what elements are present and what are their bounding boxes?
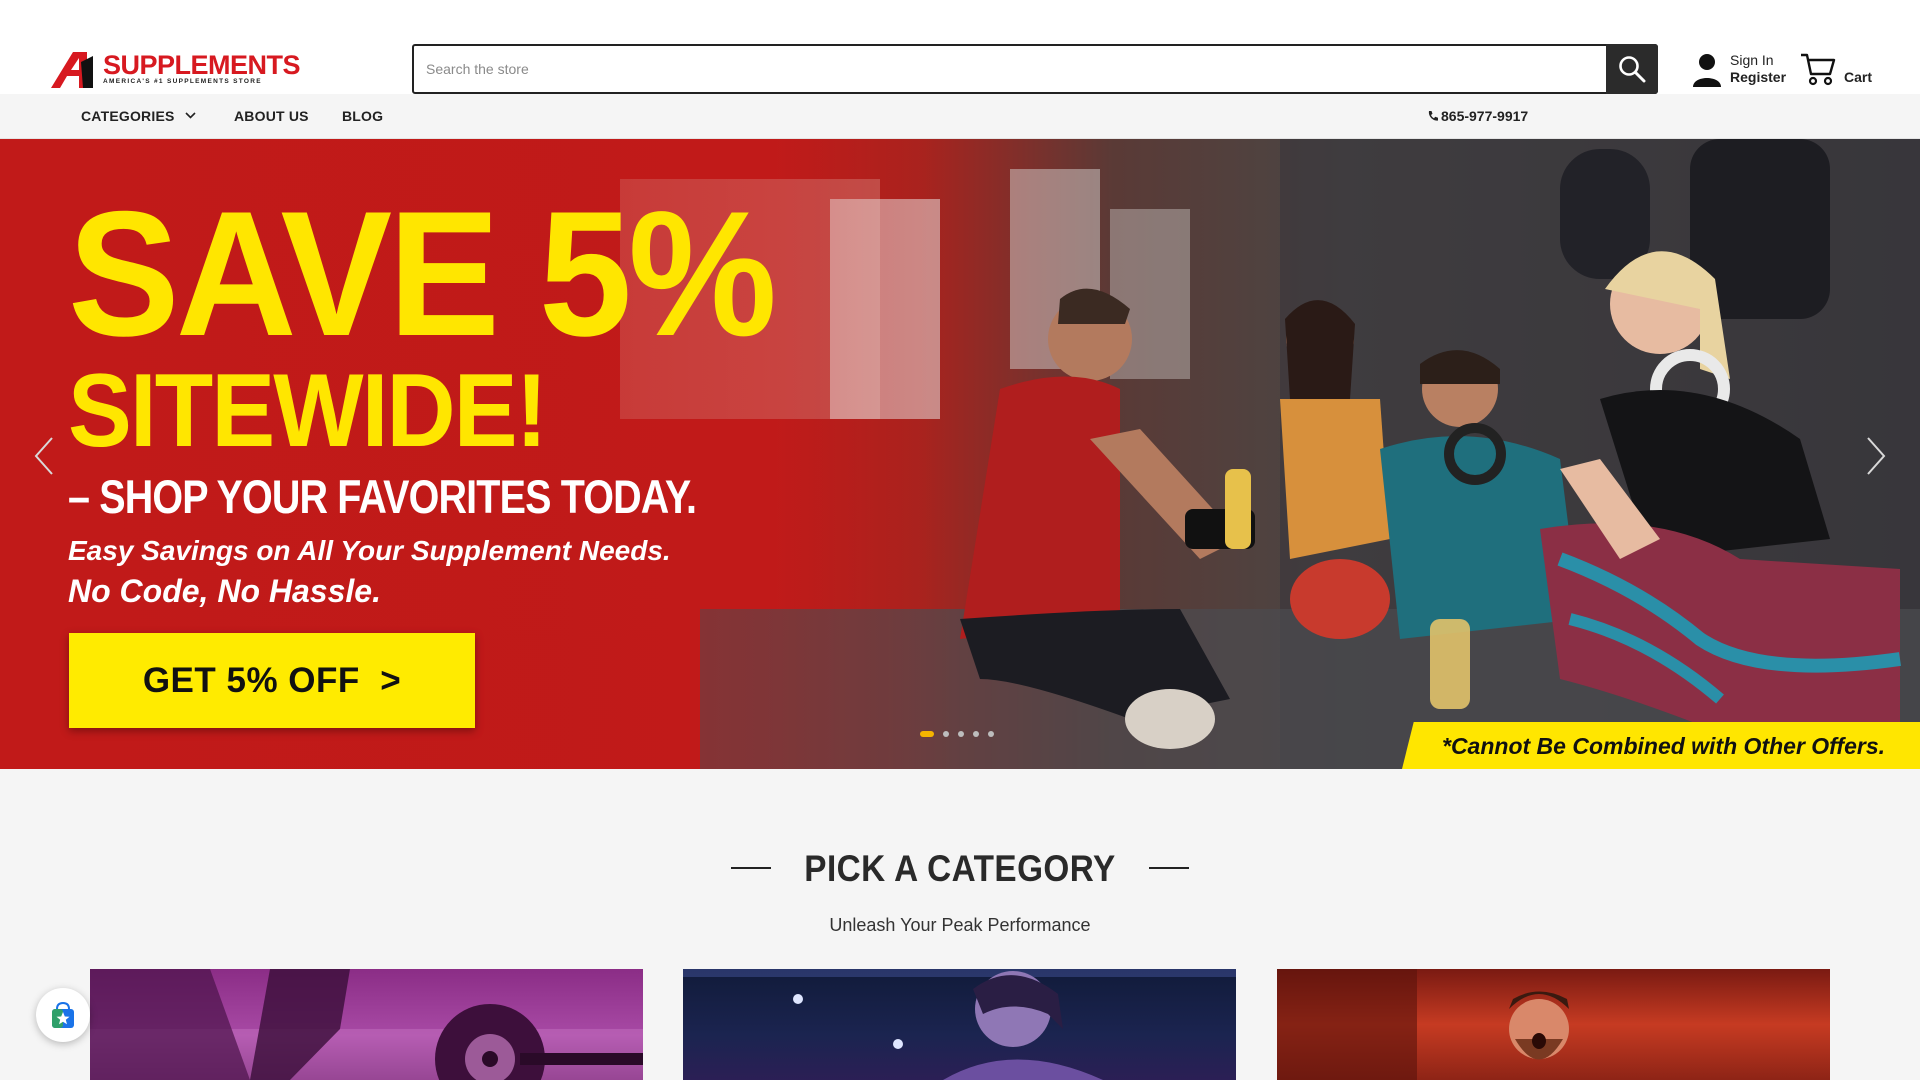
heading-rule-left bbox=[731, 867, 771, 869]
category-card-1-image bbox=[90, 969, 643, 1080]
carousel-next-button[interactable] bbox=[1860, 434, 1890, 478]
category-card-2[interactable] bbox=[683, 969, 1236, 1080]
category-card-3-image bbox=[1277, 969, 1569, 1080]
chevron-left-icon bbox=[34, 437, 53, 475]
carousel-dots bbox=[920, 730, 994, 738]
account-link[interactable]: Sign In Register bbox=[1692, 50, 1792, 90]
phone-icon bbox=[1428, 111, 1438, 121]
search-button[interactable] bbox=[1606, 44, 1658, 94]
category-section-title: PICK A CATEGORY bbox=[804, 848, 1116, 889]
sign-in-link[interactable]: Sign In bbox=[1730, 52, 1774, 68]
shopping-bag-star-icon bbox=[52, 1001, 74, 1028]
category-card-2-image bbox=[683, 969, 1236, 1080]
hero-carousel: SAVE 5% SITEWIDE! – SHOP YOUR FAVORITES … bbox=[0, 139, 1920, 769]
phone-number: 865-977-9917 bbox=[1441, 108, 1529, 124]
site-header: SUPPLEMENTS AMERICA'S #1 SUPPLEMENTS STO… bbox=[0, 0, 1920, 94]
get-discount-label: GET 5% OFF > bbox=[142, 660, 402, 700]
cart-icon bbox=[1801, 53, 1836, 86]
hero-subline-2: No Code, No Hassle. bbox=[68, 573, 381, 609]
cart-label: Cart bbox=[1844, 69, 1873, 85]
disclaimer-text: *Cannot Be Combined with Other Offers. bbox=[1442, 733, 1885, 759]
get-discount-button[interactable]: GET 5% OFF > bbox=[69, 633, 475, 728]
carousel-dot-5[interactable] bbox=[988, 731, 994, 737]
site-logo[interactable]: SUPPLEMENTS AMERICA'S #1 SUPPLEMENTS STO… bbox=[51, 50, 301, 90]
category-section-subtitle: Unleash Your Peak Performance bbox=[829, 915, 1091, 935]
logo-a1-mark bbox=[51, 52, 93, 88]
carousel-dot-3[interactable] bbox=[958, 731, 964, 737]
hero-subline-1: Easy Savings on All Your Supplement Need… bbox=[68, 535, 671, 566]
chevron-right-icon bbox=[1867, 437, 1886, 475]
hero-headline-2: SITEWIDE! bbox=[68, 353, 548, 469]
hero-headline: SAVE 5% bbox=[68, 174, 777, 373]
category-card-3[interactable] bbox=[1277, 969, 1830, 1080]
heading-rule-right bbox=[1149, 867, 1189, 869]
register-link[interactable]: Register bbox=[1730, 69, 1786, 85]
cart-link[interactable]: Cart bbox=[1800, 52, 1900, 92]
nav-about-us[interactable]: ABOUT US bbox=[234, 108, 309, 124]
carousel-dot-4[interactable] bbox=[973, 731, 979, 737]
carousel-dot-1[interactable] bbox=[920, 731, 934, 737]
phone-link[interactable]: 865-977-9917 bbox=[1427, 108, 1528, 124]
main-nav: CATEGORIES ABOUT US BLOG 865-977-9917 bbox=[0, 94, 1920, 139]
search-bar bbox=[412, 44, 1658, 94]
logo-tagline: AMERICA'S #1 SUPPLEMENTS STORE bbox=[103, 78, 262, 85]
search-input[interactable] bbox=[426, 46, 1576, 92]
hero-headline-3: – SHOP YOUR FAVORITES TODAY. bbox=[68, 470, 697, 523]
category-section-heading: PICK A CATEGORY bbox=[0, 848, 1920, 890]
carousel-prev-button[interactable] bbox=[30, 434, 60, 478]
carousel-dot-2[interactable] bbox=[943, 731, 949, 737]
user-icon bbox=[1693, 54, 1721, 87]
reviews-badge-button[interactable] bbox=[36, 988, 90, 1042]
nav-categories[interactable]: CATEGORIES bbox=[81, 108, 196, 124]
category-card-1[interactable] bbox=[90, 969, 643, 1080]
nav-categories-label: CATEGORIES bbox=[81, 108, 175, 124]
chevron-down-icon bbox=[185, 112, 196, 119]
logo-wordmark: SUPPLEMENTS bbox=[103, 50, 301, 80]
search-icon bbox=[1619, 56, 1646, 83]
nav-blog[interactable]: BLOG bbox=[342, 108, 383, 124]
